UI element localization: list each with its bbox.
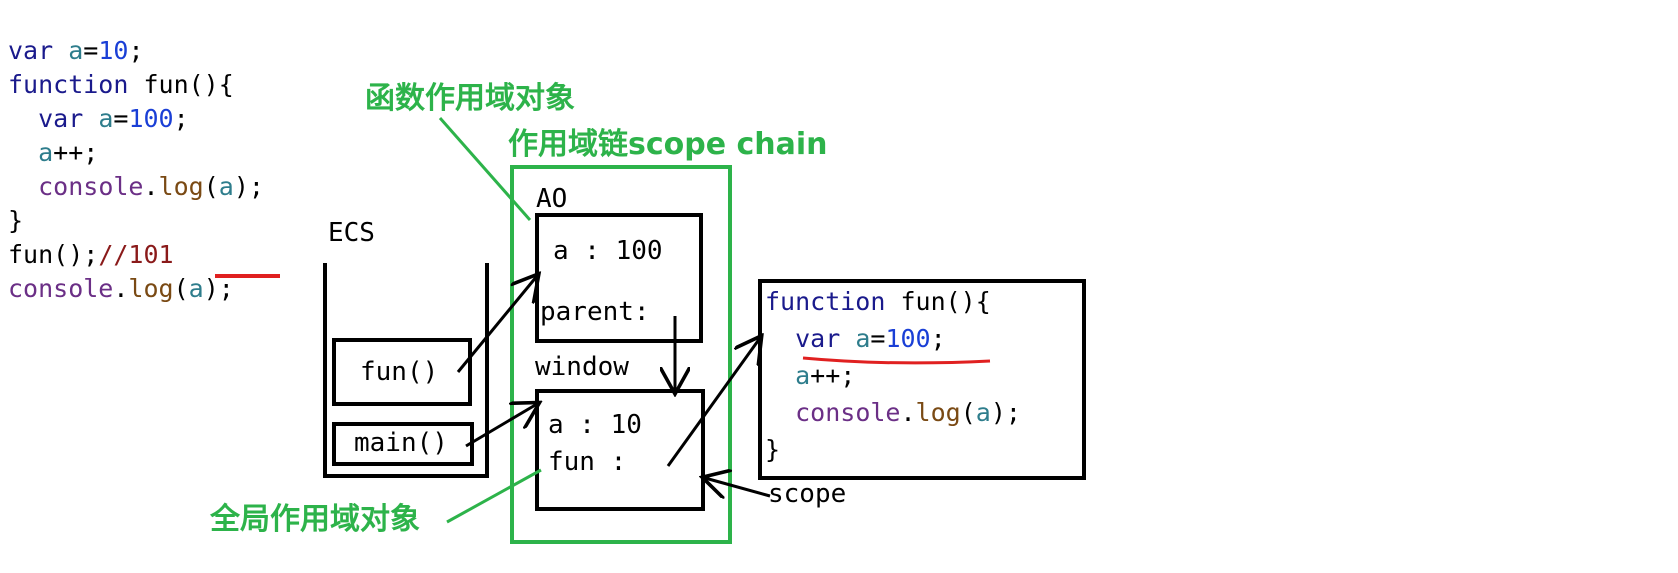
paren-close: );: [233, 172, 264, 201]
function-signature: fun(){: [885, 287, 991, 316]
console-object: console: [38, 172, 144, 201]
ao-row-a: a : 100: [553, 236, 663, 266]
keyword-var: var: [8, 36, 54, 65]
main-frame-label: main(): [354, 428, 448, 458]
ecs-label: ECS: [328, 218, 375, 248]
dot: .: [113, 274, 129, 303]
code-line-7: fun();//101: [8, 238, 174, 272]
fn-box-line-2: var a=100;: [765, 322, 946, 356]
ao-label: AO: [536, 184, 568, 214]
variable-a: a: [98, 104, 114, 133]
output-comment: //101: [98, 240, 174, 269]
fn-box-line-5: }: [765, 435, 781, 464]
keyword-var: var: [38, 104, 84, 133]
variable-a: a: [38, 138, 54, 167]
fn-box-line-4: console.log(a);: [765, 396, 1021, 430]
operator-assign: =: [113, 104, 129, 133]
number-literal: 10: [98, 36, 129, 65]
console-object: console: [795, 398, 901, 427]
global-scope-object-label: 全局作用域对象: [210, 502, 420, 537]
operator-assign: =: [870, 324, 886, 353]
dot: .: [900, 398, 916, 427]
scope-label: scope: [768, 479, 847, 509]
paren-open: (: [173, 274, 189, 303]
scope-to-window-arrow: [705, 478, 771, 496]
paren-close: );: [990, 398, 1021, 427]
fn-box-line-1: function fun(){: [765, 285, 991, 319]
paren-open: (: [960, 398, 976, 427]
keyword-function: function: [765, 287, 886, 316]
increment-operator: ++;: [53, 138, 99, 167]
keyword-var: var: [795, 324, 841, 353]
log-method: log: [128, 274, 174, 303]
window-row-a: a : 10: [548, 410, 642, 440]
function-signature: fun(){: [128, 70, 234, 99]
fun-frame-label: fun(): [360, 357, 439, 387]
variable-a: a: [218, 172, 234, 201]
log-method: log: [158, 172, 204, 201]
fun-frame-to-ao-arrow: [456, 276, 537, 373]
keyword-function: function: [8, 70, 129, 99]
variable-a: a: [68, 36, 84, 65]
increment-operator: ++;: [810, 361, 856, 390]
log-method: log: [915, 398, 961, 427]
variable-a: a: [975, 398, 991, 427]
code-line-6: }: [8, 206, 24, 235]
fun-to-function-box-arrow: [666, 338, 760, 467]
scope-chain-label: 作用域链scope chain: [508, 127, 828, 162]
semicolon: ;: [930, 324, 946, 353]
code-line-4: a++;: [8, 136, 98, 170]
ao-row-parent: parent:: [540, 297, 650, 327]
dot: .: [143, 172, 159, 201]
function-call: fun();: [8, 240, 99, 269]
paren-open: (: [203, 172, 219, 201]
semicolon: ;: [128, 36, 144, 65]
variable-a: a: [188, 274, 204, 303]
semicolon: ;: [173, 104, 189, 133]
function-scope-object-label: 函数作用域对象: [365, 81, 575, 116]
code-line-8: console.log(a);: [8, 272, 234, 306]
code-line-1: var a=10;: [8, 34, 144, 68]
fn-box-line-3: a++;: [765, 359, 855, 393]
window-row-fun: fun :: [548, 447, 627, 477]
code-line-3: var a=100;: [8, 102, 189, 136]
code-line-2: function fun(){: [8, 68, 234, 102]
code-line-5: console.log(a);: [8, 170, 264, 204]
variable-a: a: [795, 361, 811, 390]
operator-assign: =: [83, 36, 99, 65]
number-literal: 100: [128, 104, 174, 133]
console-object: console: [8, 274, 114, 303]
paren-close: );: [203, 274, 234, 303]
main-frame-to-window-arrow: [465, 404, 537, 448]
number-literal: 100: [885, 324, 931, 353]
variable-a: a: [855, 324, 871, 353]
scope-chain-diagram: var a=10; function fun(){ var a=100; a++…: [0, 0, 1678, 573]
window-label: window: [535, 352, 629, 382]
